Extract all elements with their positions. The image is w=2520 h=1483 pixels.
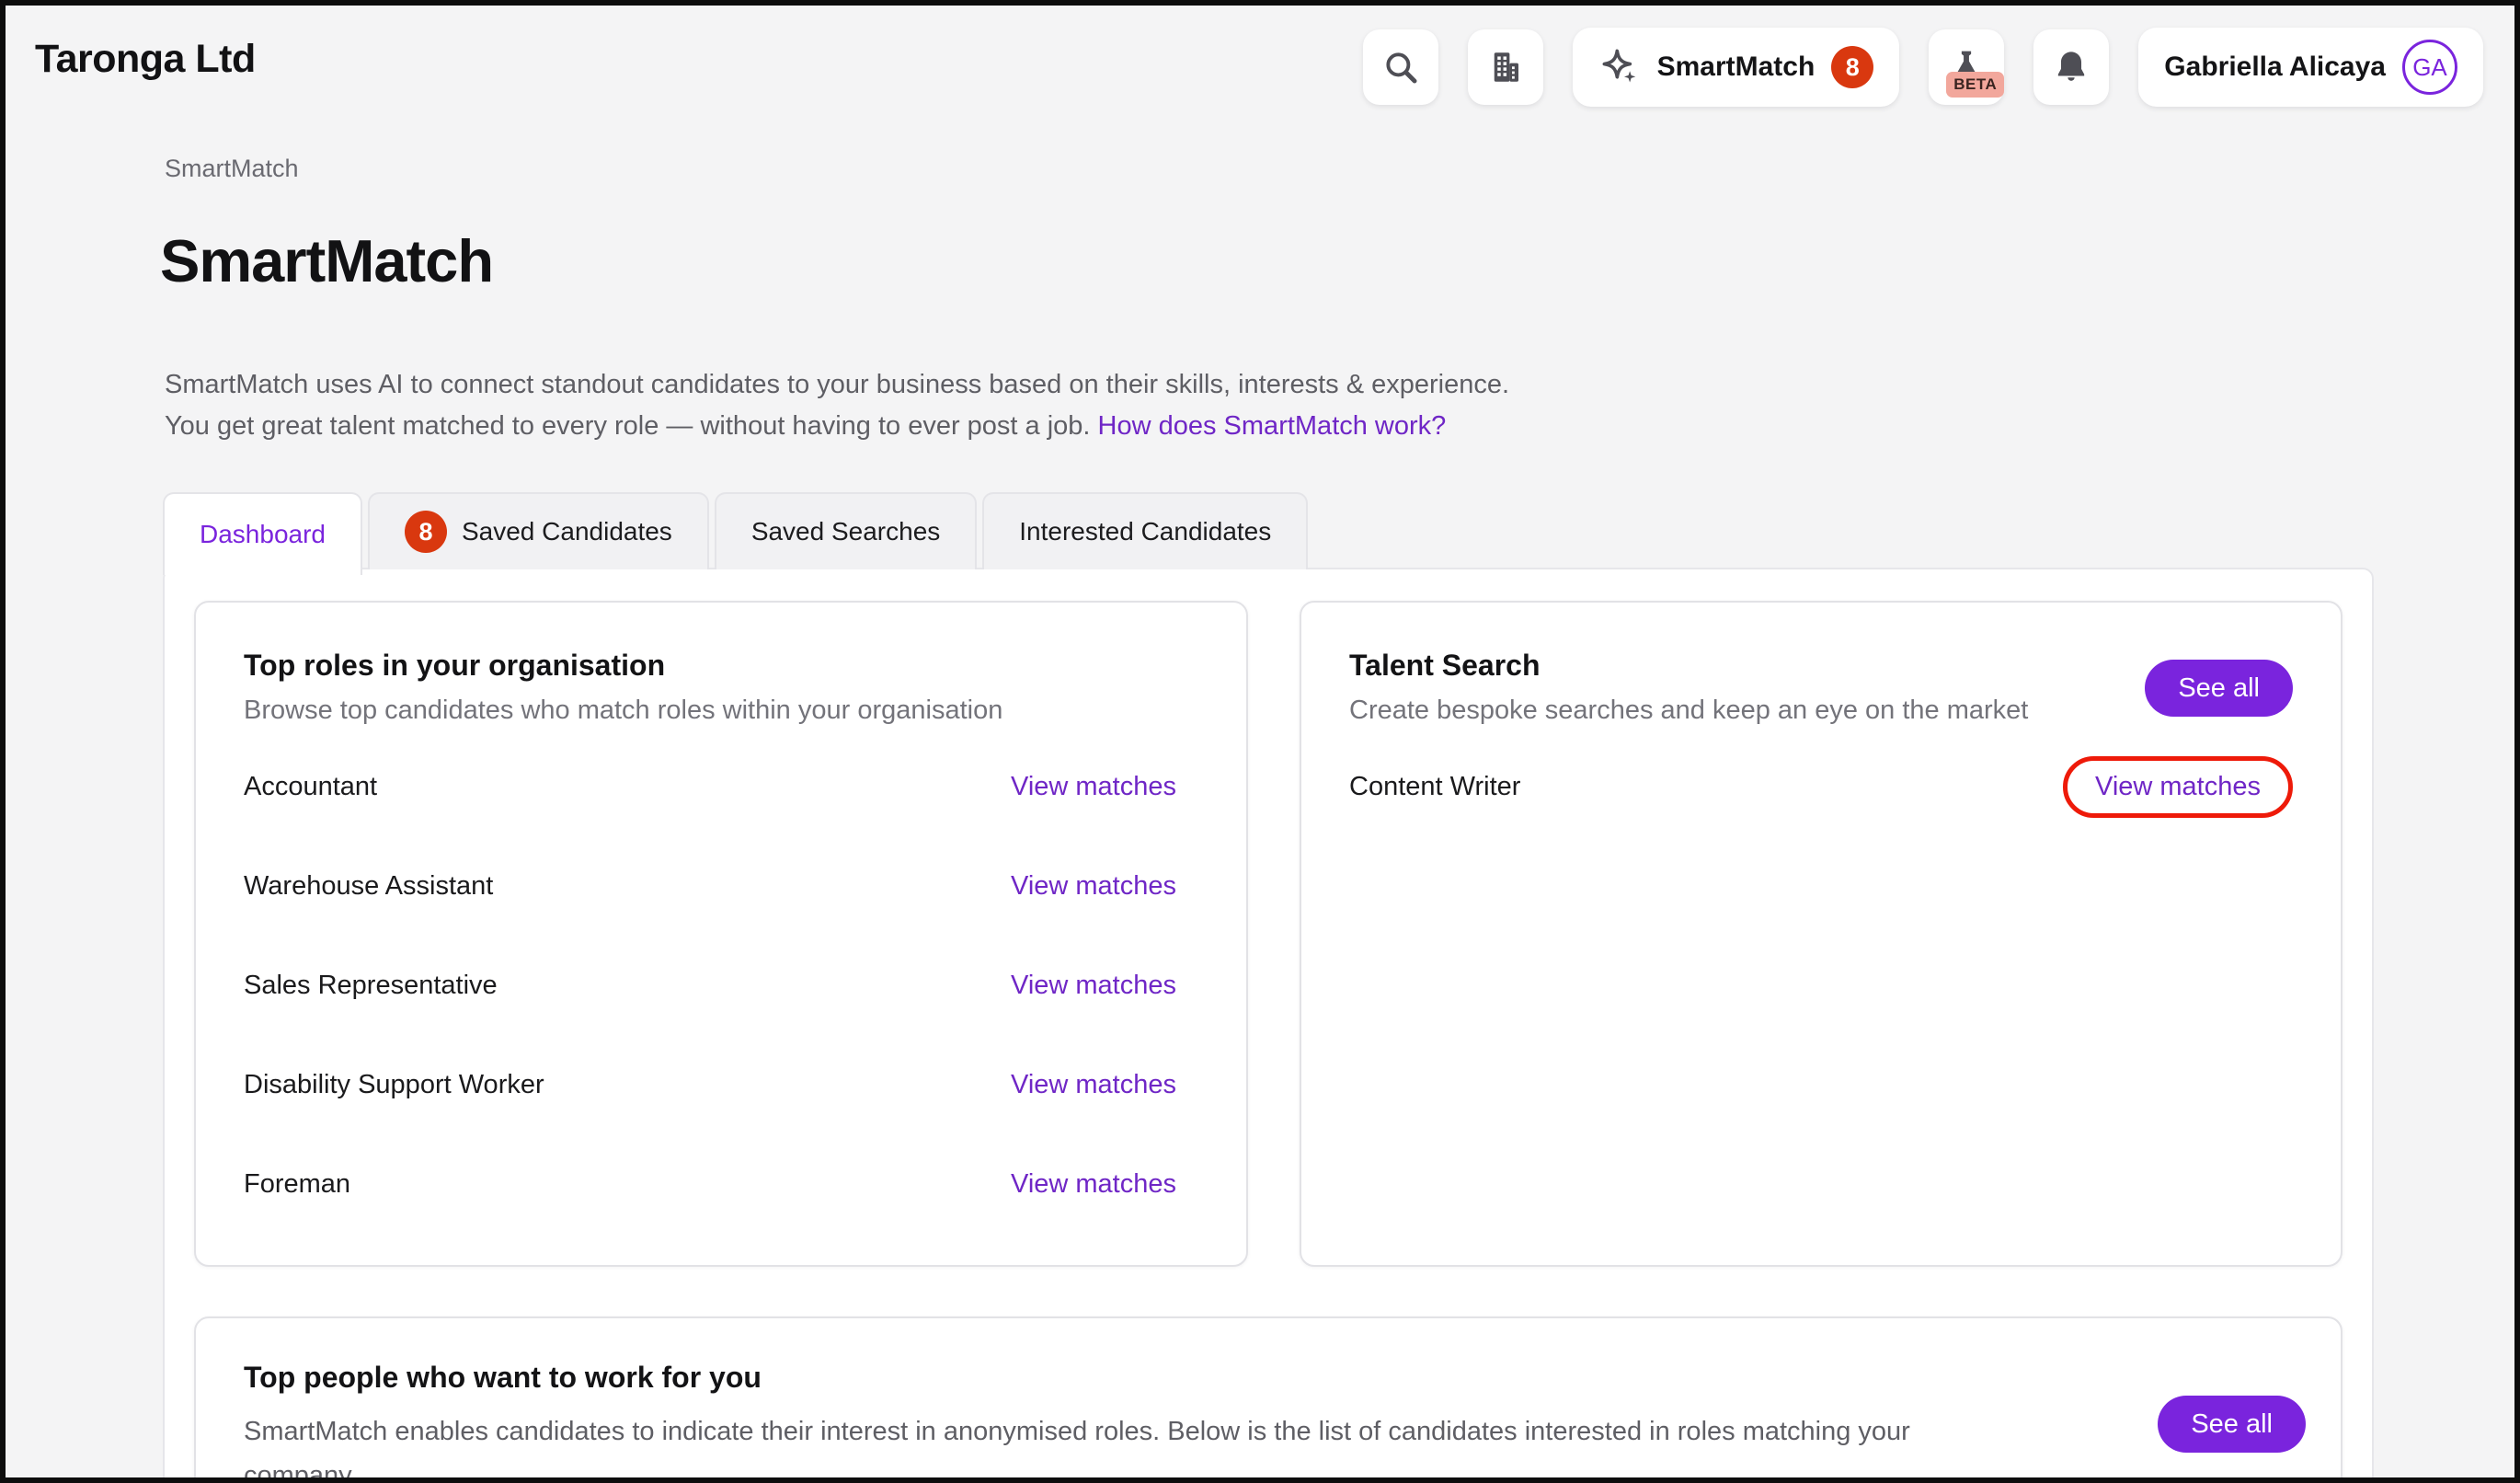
- talent-search-card: Talent Search Create bespoke searches an…: [1300, 601, 2342, 1267]
- interested-see-all-button[interactable]: See all: [2158, 1396, 2306, 1453]
- organisation-button[interactable]: [1468, 29, 1543, 105]
- talent-search-header: Talent Search Create bespoke searches an…: [1349, 649, 2293, 726]
- view-matches-link[interactable]: View matches: [1011, 1169, 1176, 1200]
- tab-dashboard[interactable]: Dashboard: [163, 492, 362, 575]
- top-roles-list: Accountant View matches Warehouse Assist…: [244, 737, 1198, 1234]
- talent-search-subtitle: Create bespoke searches and keep an eye …: [1349, 696, 2028, 726]
- view-matches-link[interactable]: View matches: [1011, 871, 1176, 902]
- labs-beta-button[interactable]: BETA: [1929, 29, 2004, 105]
- tab-interested-candidates-label: Interested Candidates: [1019, 517, 1271, 546]
- search-icon: [1381, 48, 1420, 86]
- view-matches-link[interactable]: View matches: [1011, 772, 1176, 802]
- role-row: Foreman View matches: [244, 1134, 1198, 1234]
- tab-dashboard-label: Dashboard: [200, 520, 326, 549]
- tab-saved-candidates-label: Saved Candidates: [462, 517, 672, 546]
- header-actions: SmartMatch 8 BETA Gabriella Alicaya GA: [1363, 28, 2483, 107]
- role-name: Disability Support Worker: [244, 1070, 544, 1100]
- view-matches-link[interactable]: View matches: [2095, 772, 2261, 802]
- top-roles-title: Top roles in your organisation: [244, 649, 1198, 683]
- tab-bar: Dashboard 8 Saved Candidates Saved Searc…: [163, 492, 1308, 575]
- smartmatch-count-badge: 8: [1831, 46, 1873, 88]
- role-name: Accountant: [244, 772, 377, 802]
- role-row: Warehouse Assistant View matches: [244, 836, 1198, 936]
- view-matches-link[interactable]: View matches: [1011, 1070, 1176, 1100]
- search-button[interactable]: [1363, 29, 1438, 105]
- role-row: Accountant View matches: [244, 737, 1198, 836]
- role-name: Sales Representative: [244, 971, 498, 1001]
- role-row: Sales Representative View matches: [244, 936, 1198, 1035]
- building-icon: [1486, 48, 1525, 86]
- talent-search-see-all-button[interactable]: See all: [2145, 660, 2293, 717]
- saved-candidates-count-badge: 8: [405, 511, 447, 553]
- dashboard-panel: Top roles in your organisation Browse to…: [163, 568, 2374, 1483]
- smartmatch-nav-button[interactable]: SmartMatch 8: [1573, 28, 1900, 107]
- sparkles-icon: [1598, 46, 1641, 88]
- role-name: Warehouse Assistant: [244, 871, 493, 902]
- interested-description: SmartMatch enables candidates to indicat…: [244, 1409, 1982, 1483]
- smartmatch-page: Taronga Ltd: [0, 0, 2520, 1483]
- notifications-button[interactable]: [2033, 29, 2109, 105]
- annotation-highlight-ring: View matches: [2063, 756, 2293, 818]
- talent-search-title: Talent Search: [1349, 649, 2028, 683]
- role-name: Foreman: [244, 1169, 350, 1200]
- search-row: Content Writer View matches: [1349, 737, 2293, 836]
- tab-saved-candidates[interactable]: 8 Saved Candidates: [368, 492, 709, 569]
- tab-interested-candidates[interactable]: Interested Candidates: [982, 492, 1308, 569]
- breadcrumb[interactable]: SmartMatch: [165, 155, 299, 183]
- company-logo[interactable]: Taronga Ltd: [35, 37, 256, 82]
- description-line-1: SmartMatch uses AI to connect standout c…: [165, 370, 1509, 399]
- role-row: Disability Support Worker View matches: [244, 1035, 1198, 1134]
- view-matches-link[interactable]: View matches: [1011, 971, 1176, 1001]
- interested-candidates-card: Top people who want to work for you Smar…: [194, 1316, 2342, 1483]
- description-line-2: You get great talent matched to every ro…: [165, 411, 1098, 441]
- beta-badge: BETA: [1946, 72, 2004, 98]
- smartmatch-nav-label: SmartMatch: [1657, 52, 1816, 83]
- top-roles-card: Top roles in your organisation Browse to…: [194, 601, 1248, 1267]
- tab-saved-searches-label: Saved Searches: [751, 517, 940, 546]
- interested-title: Top people who want to work for you: [244, 1361, 2293, 1395]
- page-description: SmartMatch uses AI to connect standout c…: [165, 364, 1509, 447]
- search-name: Content Writer: [1349, 772, 1520, 802]
- avatar: GA: [2402, 40, 2457, 95]
- user-name: Gabriella Alicaya: [2164, 52, 2386, 83]
- user-menu-button[interactable]: Gabriella Alicaya GA: [2138, 28, 2483, 107]
- top-roles-subtitle: Browse top candidates who match roles wi…: [244, 696, 1198, 726]
- tab-saved-searches[interactable]: Saved Searches: [715, 492, 977, 569]
- bell-icon: [2052, 48, 2090, 86]
- how-smartmatch-works-link[interactable]: How does SmartMatch work?: [1098, 411, 1447, 441]
- page-title: SmartMatch: [160, 226, 493, 295]
